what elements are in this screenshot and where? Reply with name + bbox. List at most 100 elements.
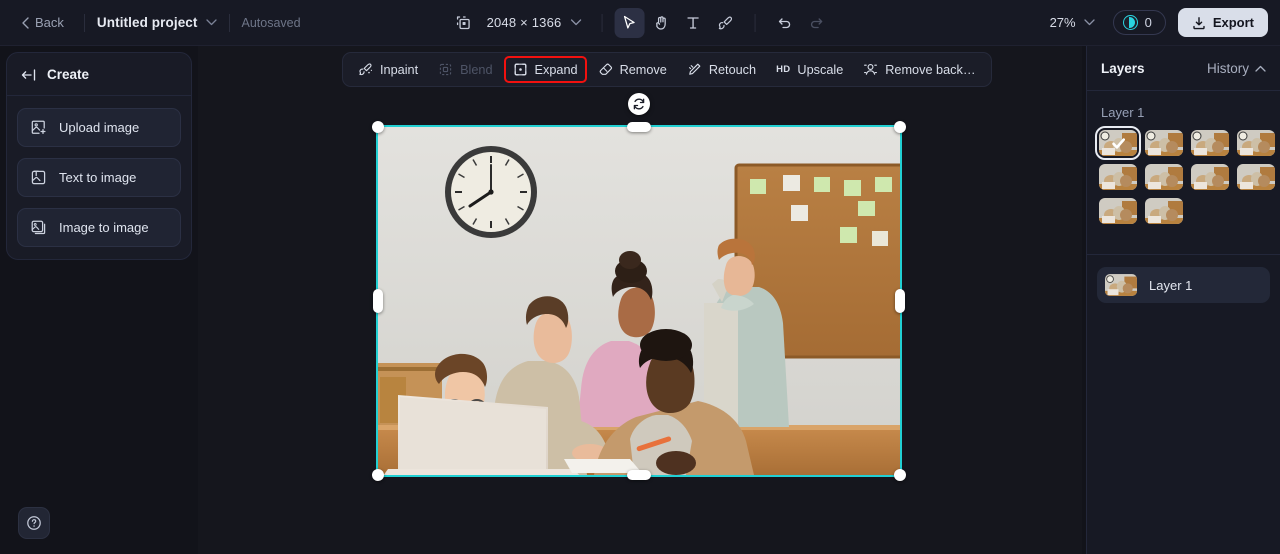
credit-coin-icon bbox=[1122, 15, 1138, 30]
expand-icon bbox=[513, 62, 528, 77]
history-thumbnail[interactable] bbox=[1145, 130, 1183, 156]
chevron-left-icon bbox=[22, 16, 29, 29]
rotate-icon bbox=[632, 97, 646, 111]
canvas-resize-icon[interactable] bbox=[449, 8, 479, 38]
tab-history[interactable]: History bbox=[1207, 61, 1266, 76]
edit-tool-remove-background[interactable]: Remove back… bbox=[854, 56, 984, 83]
resize-handle-left-center[interactable] bbox=[373, 289, 383, 313]
edit-tool-label: Upscale bbox=[797, 62, 844, 77]
edit-tool-inpaint[interactable]: Inpaint bbox=[349, 56, 427, 83]
retouch-icon bbox=[687, 62, 702, 77]
edit-tool-remove[interactable]: Remove bbox=[589, 56, 676, 83]
top-bar: Back Untitled project Autosaved 2048 × 1… bbox=[0, 0, 1280, 46]
resize-handle-bottom-right[interactable] bbox=[894, 469, 906, 481]
image-to-image-icon bbox=[30, 219, 47, 236]
undo-tool[interactable] bbox=[769, 8, 799, 38]
chevron-down-icon bbox=[1083, 19, 1095, 26]
resize-handle-bottom-left[interactable] bbox=[372, 469, 384, 481]
download-icon bbox=[1192, 16, 1206, 30]
tab-layers[interactable]: Layers bbox=[1101, 61, 1145, 76]
history-thumbnail[interactable] bbox=[1237, 164, 1275, 190]
project-name-menu[interactable]: Untitled project bbox=[97, 15, 217, 30]
top-bar-right: 27% 0 Export bbox=[1044, 8, 1268, 37]
canvas-image-layer[interactable] bbox=[376, 125, 902, 477]
resize-handle-top-center[interactable] bbox=[627, 122, 651, 132]
sidebar-item-upload-image[interactable]: Upload image bbox=[17, 108, 181, 147]
history-thumbnail-grid bbox=[1087, 126, 1280, 224]
export-label: Export bbox=[1212, 15, 1254, 30]
zoom-level: 27% bbox=[1049, 15, 1076, 30]
sidebar-item-text-to-image[interactable]: Text to image bbox=[17, 158, 181, 197]
history-thumbnail[interactable] bbox=[1099, 164, 1137, 190]
remove-icon bbox=[598, 62, 613, 77]
rotate-handle[interactable] bbox=[628, 93, 650, 115]
layer-thumbnail bbox=[1105, 274, 1137, 296]
autosave-status: Autosaved bbox=[241, 15, 301, 30]
right-panel-tabs: Layers History bbox=[1087, 46, 1280, 91]
edit-tool-label: Remove back… bbox=[885, 62, 976, 77]
edit-tool-label: Retouch bbox=[708, 62, 757, 77]
select-tool[interactable] bbox=[614, 7, 645, 38]
resize-handle-top-left[interactable] bbox=[372, 121, 384, 133]
chevron-up-icon bbox=[1255, 65, 1266, 72]
sidebar-title: Create bbox=[47, 67, 90, 82]
edit-tool-upscale[interactable]: HD Upscale bbox=[767, 57, 852, 83]
chevron-down-icon bbox=[205, 19, 217, 26]
brush-tool[interactable] bbox=[710, 8, 740, 38]
history-thumbnail[interactable] bbox=[1191, 130, 1229, 156]
editor-root: Back Untitled project Autosaved 2048 × 1… bbox=[0, 0, 1280, 554]
hand-tool[interactable] bbox=[646, 8, 676, 38]
history-thumbnail[interactable] bbox=[1095, 126, 1141, 160]
remove-background-icon bbox=[863, 62, 878, 77]
credits-count: 0 bbox=[1144, 15, 1152, 30]
edit-tool-blend[interactable]: Blend bbox=[429, 56, 501, 83]
inpaint-icon bbox=[358, 62, 373, 77]
history-thumbnail[interactable] bbox=[1237, 130, 1275, 156]
upload-image-icon bbox=[30, 119, 47, 136]
back-label: Back bbox=[35, 15, 64, 30]
resize-handle-bottom-center[interactable] bbox=[627, 470, 651, 480]
back-button[interactable]: Back bbox=[14, 10, 72, 35]
canvas-size-selector[interactable]: 2048 × 1366 bbox=[479, 11, 590, 34]
divider bbox=[601, 13, 603, 32]
create-sidebar: Create Upload image Text to image Image … bbox=[6, 52, 192, 260]
history-thumbnail[interactable] bbox=[1145, 198, 1183, 224]
question-circle-icon bbox=[26, 515, 42, 531]
edit-toolbar: Inpaint Blend Expand Remove Retouch HD U… bbox=[342, 52, 992, 87]
export-button[interactable]: Export bbox=[1177, 8, 1268, 37]
divider bbox=[83, 13, 85, 32]
layer-name: Layer 1 bbox=[1149, 277, 1193, 293]
history-thumbnail[interactable] bbox=[1145, 164, 1183, 190]
chevron-down-icon bbox=[570, 19, 582, 26]
edit-tool-label: Blend bbox=[460, 62, 493, 77]
help-button[interactable] bbox=[18, 507, 50, 539]
canvas-size-value: 2048 × 1366 bbox=[486, 15, 562, 30]
blend-icon bbox=[438, 62, 453, 77]
tab-history-label: History bbox=[1206, 61, 1249, 76]
collapse-left-icon[interactable] bbox=[21, 68, 37, 82]
edit-tool-label: Remove bbox=[619, 62, 667, 77]
right-panel: Layers History Layer 1 Layer 1 bbox=[1086, 46, 1280, 554]
history-thumbnail[interactable] bbox=[1191, 164, 1229, 190]
edit-tool-expand[interactable]: Expand bbox=[503, 56, 587, 83]
resize-handle-right-center[interactable] bbox=[895, 289, 905, 313]
top-bar-left: Back Untitled project Autosaved bbox=[0, 10, 301, 35]
credits-badge[interactable]: 0 bbox=[1112, 10, 1166, 35]
layer-row-layer-1[interactable]: Layer 1 bbox=[1097, 267, 1270, 303]
top-bar-center: 2048 × 1366 bbox=[449, 7, 832, 38]
canvas-image bbox=[378, 127, 900, 475]
text-tool[interactable] bbox=[678, 8, 708, 38]
sidebar-item-label: Text to image bbox=[59, 170, 137, 185]
zoom-selector[interactable]: 27% bbox=[1044, 11, 1101, 34]
divider bbox=[754, 13, 756, 32]
divider bbox=[1087, 254, 1280, 255]
redo-tool[interactable] bbox=[801, 8, 831, 38]
resize-handle-top-right[interactable] bbox=[894, 121, 906, 133]
edit-tool-retouch[interactable]: Retouch bbox=[678, 56, 765, 83]
check-icon bbox=[1099, 130, 1137, 156]
sidebar-items: Upload image Text to image Image to imag… bbox=[7, 96, 191, 247]
history-thumbnail[interactable] bbox=[1099, 198, 1137, 224]
sidebar-item-label: Upload image bbox=[59, 120, 140, 135]
sidebar-item-label: Image to image bbox=[59, 220, 149, 235]
sidebar-item-image-to-image[interactable]: Image to image bbox=[17, 208, 181, 247]
